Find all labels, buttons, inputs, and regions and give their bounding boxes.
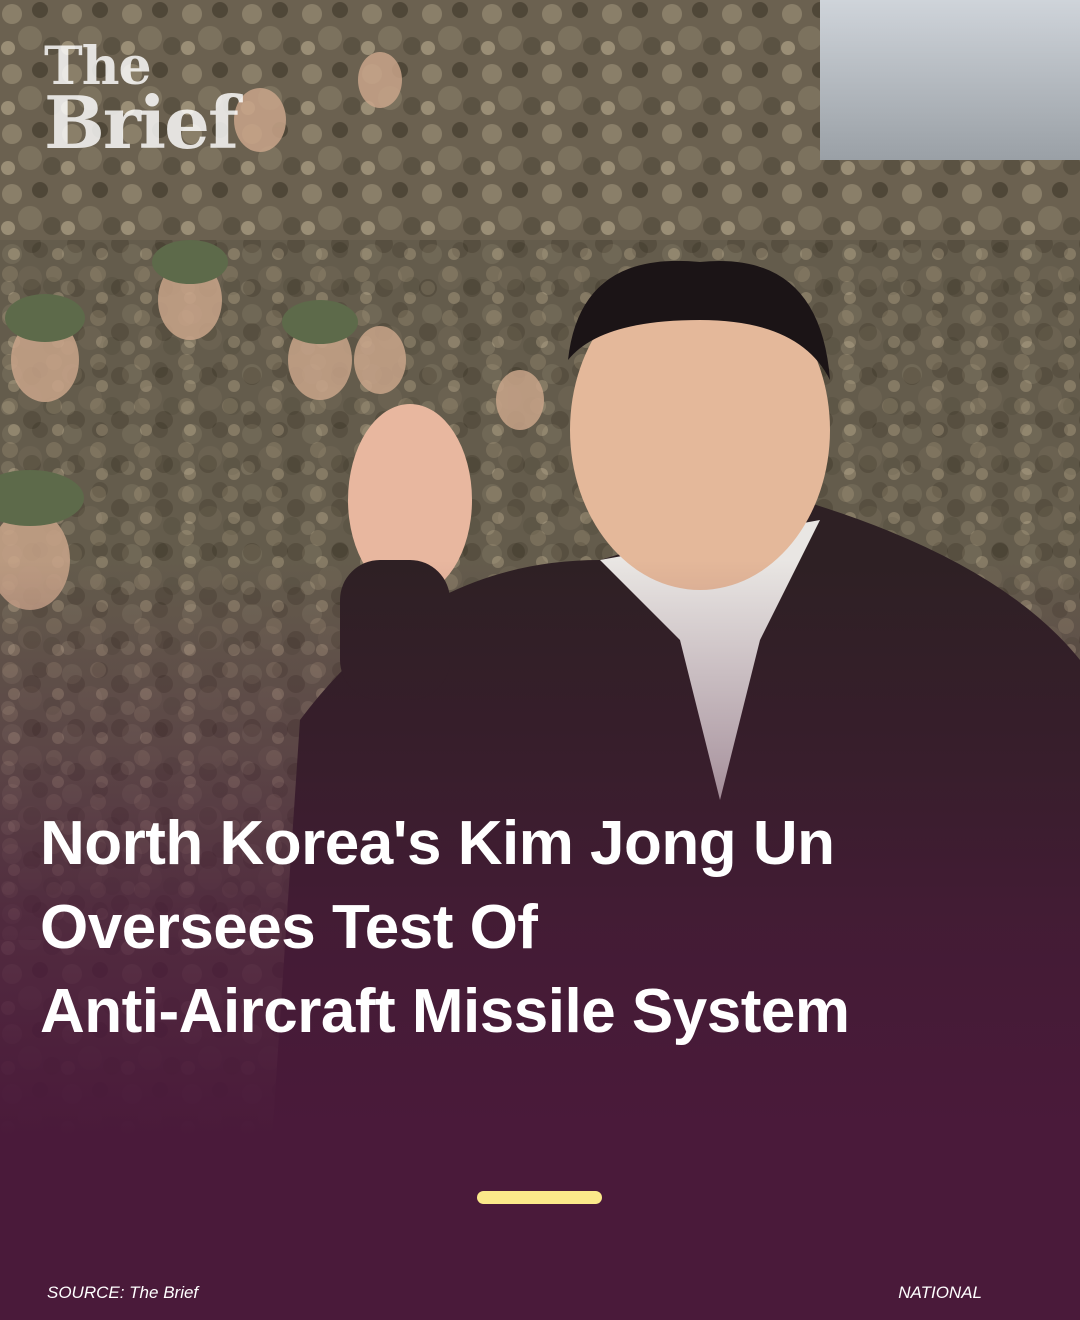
accent-bar [477,1191,602,1204]
source-label: SOURCE: The Brief [47,1283,199,1302]
headline-line-2: Oversees Test Of [40,893,538,962]
brand-logo: The Brief [44,41,239,165]
gradient-overlay [0,0,1080,1320]
category-label: NATIONAL [898,1283,982,1302]
headline: North Korea's Kim Jong Un Oversees Test … [40,802,1040,1054]
headline-line-1: North Korea's Kim Jong Un [40,809,835,878]
news-card: The Brief North Korea's Kim Jong Un Over… [0,0,1080,1320]
logo-line-2: Brief [44,79,239,165]
headline-line-3: Anti-Aircraft Missile System [40,977,850,1046]
